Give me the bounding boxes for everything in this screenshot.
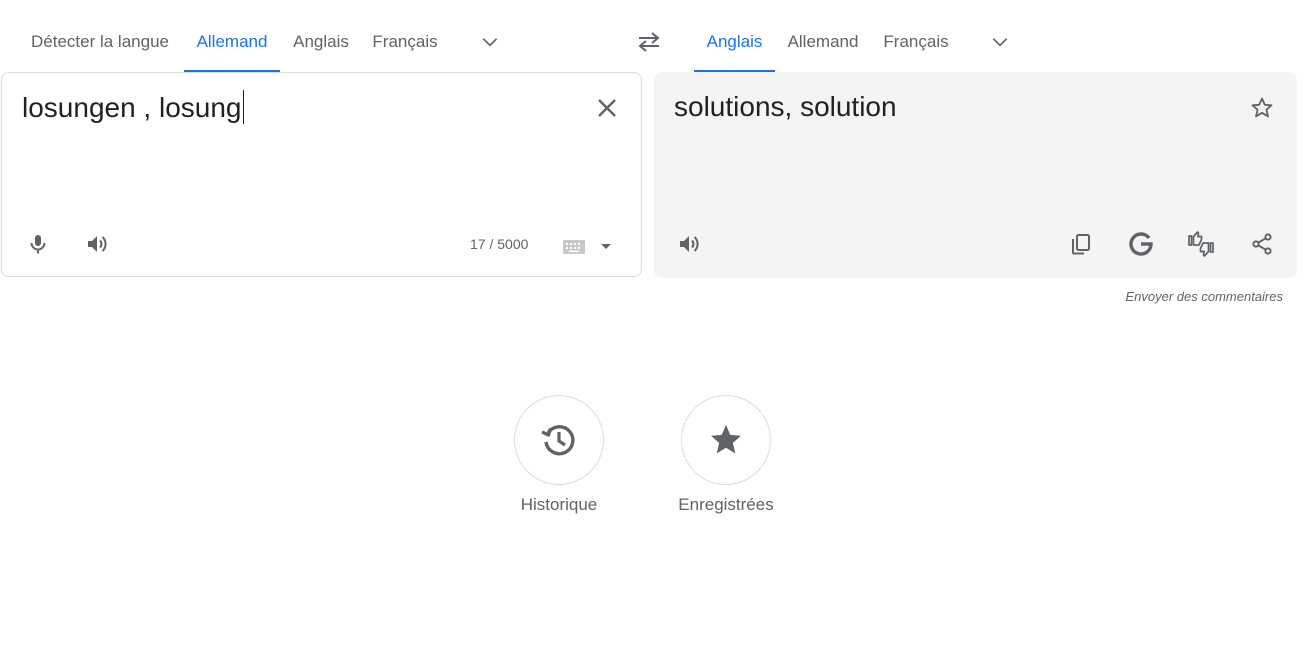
saved-label: Enregistrées — [678, 495, 774, 514]
translation-panel: solutions, solution — [654, 72, 1297, 278]
saved-action: Enregistrées — [666, 395, 786, 515]
saved-button[interactable] — [681, 395, 771, 485]
tab-target-english[interactable]: Anglais — [694, 28, 775, 72]
source-text-value: losungen , losung — [22, 92, 242, 123]
text-caret — [242, 90, 244, 124]
share-icon — [1252, 233, 1272, 255]
feedback-icon — [1188, 231, 1214, 257]
history-label: Historique — [520, 495, 598, 514]
tab-source-french[interactable]: Français — [362, 28, 448, 72]
send-feedback-link[interactable]: Envoyer des commentaires — [1125, 289, 1283, 304]
caret-down-icon — [601, 244, 611, 249]
tab-target-german[interactable]: Allemand — [777, 28, 869, 72]
share-translation-button[interactable] — [1246, 228, 1278, 260]
source-text-panel: losungen , losung 17 / 5000 — [1, 72, 642, 277]
keyboard-icon — [563, 240, 585, 254]
target-language-bar: Anglais Allemand Français — [684, 0, 1307, 72]
tab-detect-language[interactable]: Détecter la langue — [18, 28, 182, 72]
google-icon — [1129, 232, 1153, 256]
swap-arrows-icon — [638, 32, 660, 52]
copy-translation-button[interactable] — [1065, 228, 1097, 260]
chevron-down-icon — [992, 38, 1008, 47]
speaker-icon — [680, 236, 699, 252]
tab-source-english[interactable]: Anglais — [282, 28, 360, 72]
google-search-button[interactable] — [1125, 228, 1157, 260]
star-outline-icon — [1251, 97, 1273, 118]
microphone-icon — [30, 235, 46, 254]
clear-text-button[interactable] — [592, 93, 622, 123]
keyboard-button[interactable] — [562, 237, 586, 257]
close-icon — [598, 99, 616, 117]
source-language-bar: Détecter la langue Allemand Anglais Fran… — [0, 0, 630, 72]
star-icon — [711, 425, 741, 454]
character-counter: 17 / 5000 — [470, 236, 529, 252]
input-tools-dropdown[interactable] — [596, 237, 616, 257]
tab-source-german[interactable]: Allemand — [184, 28, 280, 72]
translation-listen-button[interactable] — [673, 228, 705, 260]
microphone-button[interactable] — [22, 228, 54, 260]
translation-text: solutions, solution — [674, 91, 897, 122]
copy-icon — [1072, 234, 1090, 255]
history-icon — [541, 425, 575, 456]
source-text-input[interactable]: losungen , losung — [22, 90, 244, 126]
target-more-languages-button[interactable] — [986, 28, 1014, 56]
rate-translation-button[interactable] — [1185, 228, 1217, 260]
save-translation-button[interactable] — [1246, 92, 1278, 124]
tab-target-french[interactable]: Français — [873, 28, 959, 72]
speaker-icon — [88, 236, 107, 252]
source-listen-button[interactable] — [81, 228, 113, 260]
history-button[interactable] — [514, 395, 604, 485]
swap-languages-button[interactable] — [632, 26, 666, 58]
chevron-down-icon — [482, 38, 498, 47]
history-action: Historique — [499, 395, 619, 515]
source-more-languages-button[interactable] — [476, 28, 504, 56]
